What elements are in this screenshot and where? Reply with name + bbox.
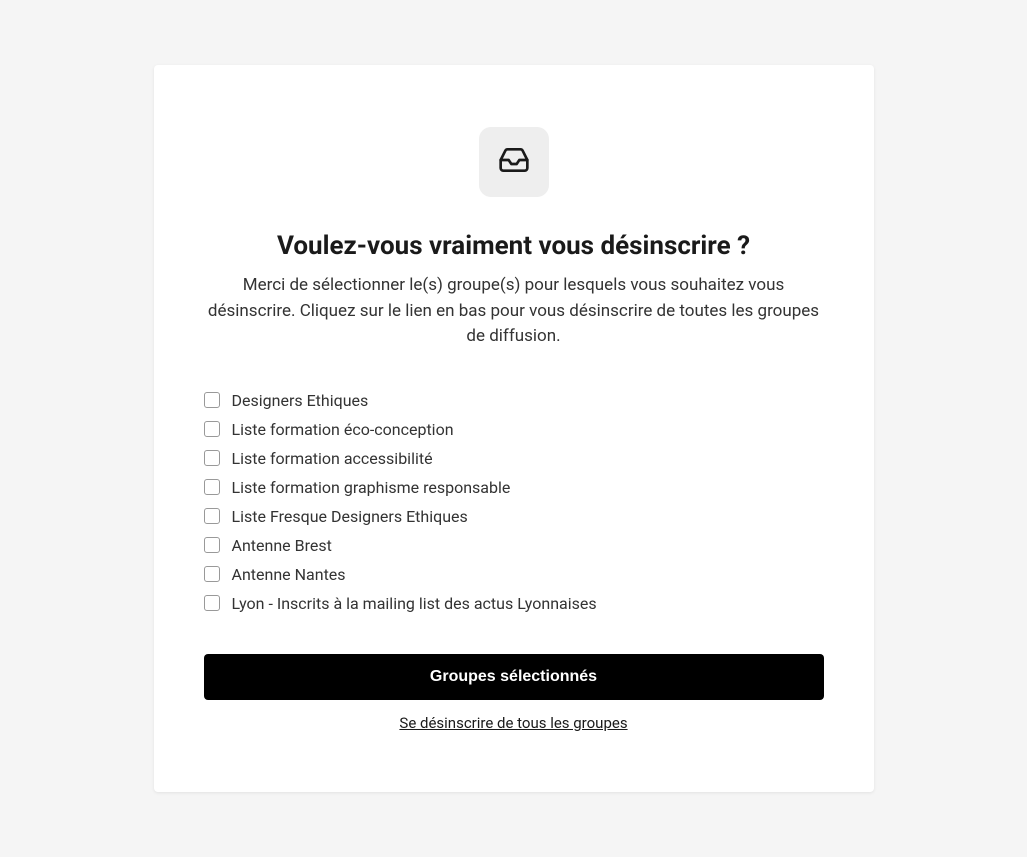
unsubscribe-card: Voulez-vous vraiment vous désinscrire ? … bbox=[154, 65, 874, 792]
group-label: Lyon - Inscrits à la mailing list des ac… bbox=[232, 594, 597, 613]
group-checkbox[interactable] bbox=[204, 537, 220, 553]
group-checkbox-item[interactable]: Liste formation accessibilité bbox=[204, 444, 824, 473]
group-checkbox[interactable] bbox=[204, 566, 220, 582]
group-label: Antenne Nantes bbox=[232, 565, 346, 584]
group-label: Liste Fresque Designers Ethiques bbox=[232, 507, 468, 526]
group-label: Liste formation accessibilité bbox=[232, 449, 433, 468]
page-description: Merci de sélectionner le(s) groupe(s) po… bbox=[204, 273, 824, 350]
inbox-icon bbox=[498, 144, 530, 180]
icon-box bbox=[479, 127, 549, 197]
page-title: Voulez-vous vraiment vous désinscrire ? bbox=[204, 231, 824, 261]
submit-selected-button[interactable]: Groupes sélectionnés bbox=[204, 654, 824, 700]
group-checkbox-item[interactable]: Antenne Brest bbox=[204, 531, 824, 560]
group-checkbox-item[interactable]: Liste formation graphisme responsable bbox=[204, 473, 824, 502]
group-label: Designers Ethiques bbox=[232, 391, 369, 410]
icon-container bbox=[204, 127, 824, 197]
group-checkbox[interactable] bbox=[204, 421, 220, 437]
group-checkbox[interactable] bbox=[204, 595, 220, 611]
group-checkbox-item[interactable]: Designers Ethiques bbox=[204, 386, 824, 415]
groups-list: Designers Ethiques Liste formation éco-c… bbox=[204, 386, 824, 618]
group-checkbox-item[interactable]: Liste formation éco-conception bbox=[204, 415, 824, 444]
group-label: Liste formation graphisme responsable bbox=[232, 478, 511, 497]
group-checkbox[interactable] bbox=[204, 450, 220, 466]
group-checkbox-item[interactable]: Lyon - Inscrits à la mailing list des ac… bbox=[204, 589, 824, 618]
unsubscribe-all-link[interactable]: Se désinscrire de tous les groupes bbox=[204, 714, 824, 732]
group-label: Liste formation éco-conception bbox=[232, 420, 454, 439]
group-checkbox-item[interactable]: Liste Fresque Designers Ethiques bbox=[204, 502, 824, 531]
group-checkbox[interactable] bbox=[204, 508, 220, 524]
group-label: Antenne Brest bbox=[232, 536, 332, 555]
group-checkbox[interactable] bbox=[204, 392, 220, 408]
group-checkbox-item[interactable]: Antenne Nantes bbox=[204, 560, 824, 589]
group-checkbox[interactable] bbox=[204, 479, 220, 495]
